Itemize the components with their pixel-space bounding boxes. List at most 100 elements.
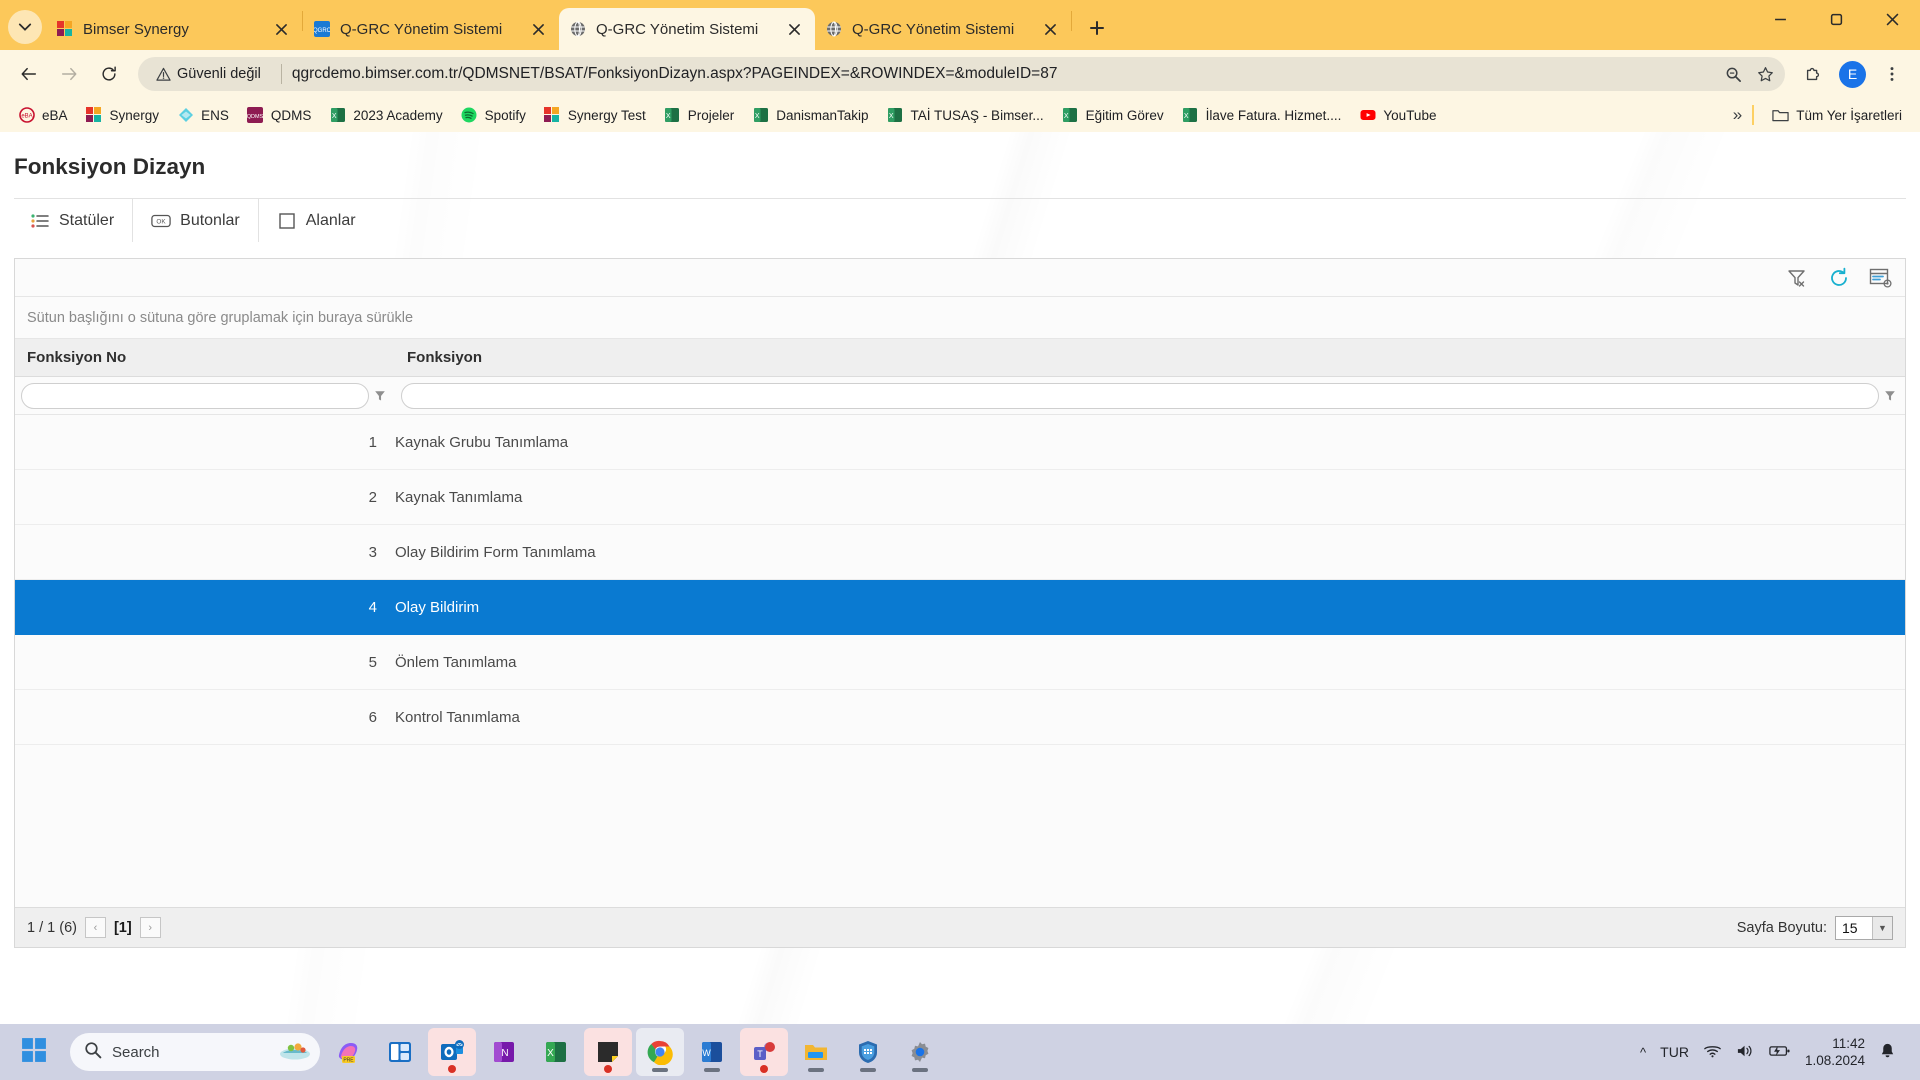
page-title: Fonksiyon Dizayn [14, 154, 206, 179]
wifi-icon[interactable] [1703, 1043, 1722, 1062]
cell-fonksiyon: Kaynak Tanımlama [395, 488, 523, 506]
all-bookmarks-button[interactable]: Tüm Yer İşaretleri [1764, 103, 1910, 128]
list-status-icon [30, 211, 50, 231]
language-indicator[interactable]: TUR [1660, 1044, 1689, 1060]
filter-funnel-icon[interactable] [1879, 385, 1901, 407]
battery-charging-icon[interactable] [1769, 1044, 1791, 1061]
taskbar-search[interactable]: Search [70, 1033, 320, 1071]
maximize-icon [1830, 13, 1842, 25]
bookmark-synergy-test[interactable]: Synergy Test [536, 103, 654, 128]
tab-statuler[interactable]: Statüler [14, 199, 134, 242]
browser-tab-1[interactable]: Bimser Synergy [46, 8, 302, 50]
security-status[interactable]: Güvenli değil [150, 61, 271, 87]
browser-tab-4[interactable]: Q-GRC Yönetim Sistemi [815, 8, 1071, 50]
bell-icon[interactable] [1879, 1042, 1896, 1062]
svg-text:X: X [1064, 113, 1069, 120]
tab-title: Q-GRC Yönetim Sistemi [340, 20, 503, 38]
taskbar-item-copilot[interactable]: PRE [324, 1028, 372, 1076]
bookmark-qdms[interactable]: QDMS QDMS [239, 103, 320, 128]
filter-input-fonksiyon-no[interactable] [21, 382, 369, 409]
taskbar-item-outlook[interactable] [428, 1028, 476, 1076]
browser-tab-3[interactable]: Q-GRC Yönetim Sistemi [559, 8, 815, 50]
taskbar-item-teams[interactable]: T [740, 1028, 788, 1076]
bookmark-eba[interactable]: eBA eBA [10, 103, 76, 128]
volume-icon[interactable] [1736, 1043, 1755, 1062]
bookmark-spotify[interactable]: Spotify [453, 103, 534, 128]
svg-text:X: X [547, 1048, 554, 1059]
chrome-menu-button[interactable] [1876, 58, 1908, 90]
extensions-button[interactable] [1797, 58, 1829, 90]
tray-overflow-button[interactable]: ^ [1640, 1045, 1646, 1060]
page-size-select[interactable]: 15 ▼ [1835, 915, 1893, 940]
taskbar-item-sticky-notes[interactable] [584, 1028, 632, 1076]
bookmark-label: İlave Fatura. Hizmet.... [1205, 107, 1342, 123]
address-bar[interactable]: Güvenli değil qgrcdemo.bimser.com.tr/QDM… [138, 57, 1785, 91]
table-row[interactable]: 6 Kontrol Tanımlama [15, 690, 1905, 745]
close-icon[interactable] [783, 18, 805, 40]
bookmark-synergy[interactable]: Synergy [78, 103, 168, 128]
column-settings-icon[interactable] [1869, 266, 1893, 290]
cell-fonksiyon: Önlem Tanımlama [395, 653, 517, 671]
clear-filter-icon[interactable] [1785, 266, 1809, 290]
svg-text:W: W [702, 1048, 711, 1058]
clock[interactable]: 11:42 1.08.2024 [1805, 1035, 1865, 1069]
profile-avatar[interactable]: E [1839, 60, 1866, 88]
table-row-selected[interactable]: 4 Olay Bildirim [15, 580, 1905, 635]
active-indicator [704, 1068, 720, 1072]
close-icon[interactable] [1039, 18, 1061, 40]
bookmark-egitim-gorev[interactable]: X Eğitim Görev [1054, 103, 1172, 128]
taskbar-item-widgets[interactable] [376, 1028, 424, 1076]
bookmark-tai-tusas[interactable]: X TAİ TUSAŞ - Bimser... [879, 103, 1052, 128]
url-text[interactable]: qgrcdemo.bimser.com.tr/QDMSNET/BSAT/Fonk… [292, 65, 1715, 83]
bookmark-projeler[interactable]: X Projeler [656, 103, 743, 128]
reload-button[interactable] [92, 57, 126, 91]
minimize-button[interactable] [1752, 0, 1808, 38]
refresh-icon[interactable] [1827, 266, 1851, 290]
svg-text:PRE: PRE [343, 1058, 354, 1064]
bookmark-danismantakip[interactable]: X DanismanTakip [744, 103, 876, 128]
table-row[interactable]: 5 Önlem Tanımlama [15, 635, 1905, 690]
new-tab-button[interactable] [1080, 11, 1114, 45]
bookmark-youtube[interactable]: YouTube [1351, 103, 1444, 128]
tab-alanlar[interactable]: Alanlar [259, 199, 374, 242]
pager-next-button[interactable]: › [139, 917, 161, 938]
active-indicator [860, 1068, 876, 1072]
bookmark-label: ENS [201, 107, 229, 123]
taskbar-item-settings[interactable] [896, 1028, 944, 1076]
qgrc-icon: QGRC [313, 21, 330, 38]
pager: 1 / 1 (6) ‹ [1] › [27, 917, 161, 938]
table-row[interactable]: 1 Kaynak Grubu Tanımlama [15, 415, 1905, 470]
column-header-fonksiyon[interactable]: Fonksiyon [395, 349, 1905, 366]
zoom-icon[interactable] [1719, 60, 1747, 88]
start-button[interactable] [10, 1028, 58, 1076]
table-row[interactable]: 2 Kaynak Tanımlama [15, 470, 1905, 525]
taskbar-item-security[interactable] [844, 1028, 892, 1076]
close-window-button[interactable] [1864, 0, 1920, 38]
back-button[interactable] [12, 57, 46, 91]
group-drop-hint[interactable]: Sütun başlığını o sütuna göre gruplamak … [15, 297, 1905, 339]
filter-funnel-icon[interactable] [369, 385, 391, 407]
taskbar-item-file-explorer[interactable] [792, 1028, 840, 1076]
bookmark-ens[interactable]: ENS [169, 103, 237, 128]
pager-prev-button[interactable]: ‹ [84, 917, 106, 938]
column-header-fonksiyon-no[interactable]: Fonksiyon No [15, 349, 395, 366]
maximize-button[interactable] [1808, 0, 1864, 38]
browser-tab-2[interactable]: QGRC Q-GRC Yönetim Sistemi [303, 8, 559, 50]
bookmark-star-icon[interactable] [1751, 60, 1779, 88]
taskbar-item-excel[interactable]: X [532, 1028, 580, 1076]
filter-input-fonksiyon[interactable] [401, 382, 1879, 409]
pager-current-page[interactable]: [1] [114, 920, 132, 936]
close-icon[interactable] [270, 18, 292, 40]
close-icon[interactable] [527, 18, 549, 40]
bookmarks-overflow-chevron[interactable]: » [1733, 105, 1742, 125]
taskbar-item-onenote[interactable]: N [480, 1028, 528, 1076]
taskbar-apps: Search PRE N X W T [10, 1028, 944, 1076]
taskbar-item-chrome[interactable] [636, 1028, 684, 1076]
taskbar-item-word[interactable]: W [688, 1028, 736, 1076]
bookmark-ilave-fatura[interactable]: X İlave Fatura. Hizmet.... [1174, 103, 1350, 128]
tab-butonlar[interactable]: OK Butonlar [133, 199, 259, 242]
bookmark-2023-academy[interactable]: X 2023 Academy [321, 103, 450, 128]
table-row[interactable]: 3 Olay Bildirim Form Tanımlama [15, 525, 1905, 580]
tab-search-button[interactable] [8, 10, 42, 44]
forward-button[interactable] [52, 57, 86, 91]
